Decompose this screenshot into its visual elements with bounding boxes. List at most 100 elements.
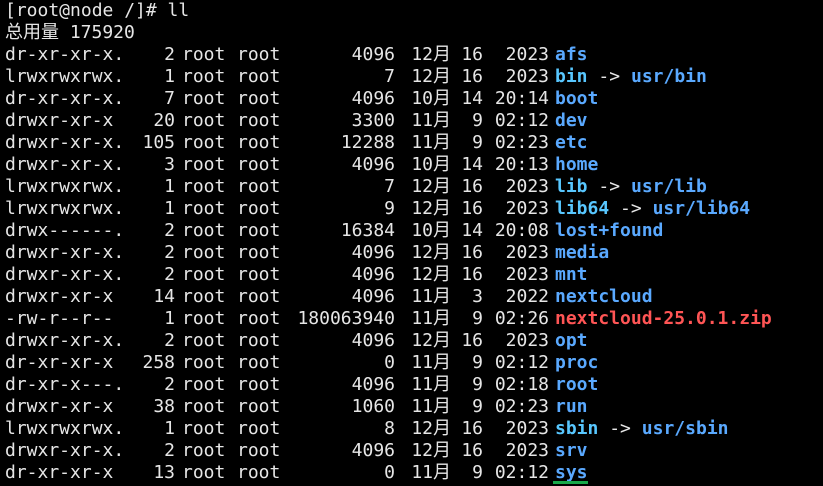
month-cell: 11月 — [411, 352, 451, 373]
group-cell: root — [237, 352, 281, 373]
group-cell: root — [237, 110, 281, 131]
entry-name[interactable]: afs — [555, 44, 588, 66]
group-cell: root — [237, 330, 281, 351]
group-cell: root — [237, 220, 281, 241]
group-cell: root — [237, 176, 281, 197]
entry-name[interactable]: sbin — [555, 418, 598, 440]
month-cell: 12月 — [411, 330, 451, 351]
owner-cell: root — [182, 352, 226, 373]
link-count-cell: 14 — [153, 286, 175, 307]
entry-name[interactable]: lib — [555, 176, 588, 198]
month-cell: 12月 — [411, 264, 451, 285]
size-cell: 0 — [384, 352, 395, 373]
day-cell: 9 — [472, 396, 483, 417]
time-or-year-cell: 2023 — [505, 44, 549, 65]
size-cell: 4096 — [351, 374, 395, 395]
entry-name[interactable]: nextcloud-25.0.1.zip — [555, 308, 772, 330]
link-target[interactable]: usr/lib64 — [653, 198, 751, 220]
size-cell: 4096 — [351, 154, 395, 175]
entry-name[interactable]: proc — [555, 352, 598, 374]
group-cell: root — [237, 44, 281, 65]
entry-name[interactable]: root — [555, 374, 598, 396]
link-arrow: -> — [598, 176, 621, 197]
permissions-cell: dr-xr-xr-x — [5, 462, 114, 483]
group-cell: root — [237, 308, 281, 329]
time-or-year-cell: 2022 — [505, 286, 549, 307]
owner-cell: root — [182, 330, 226, 351]
owner-cell: root — [182, 66, 226, 87]
day-cell: 3 — [472, 286, 483, 307]
link-count-cell: 2 — [164, 374, 175, 395]
size-cell: 4096 — [351, 330, 395, 351]
terminal-window[interactable]: [root@node /]# ll 总用量 175920 dr-xr-xr-x.… — [0, 0, 823, 486]
day-cell: 14 — [461, 154, 483, 175]
entry-name[interactable]: home — [555, 154, 598, 176]
link-count-cell: 38 — [153, 396, 175, 417]
permissions-cell: lrwxrwxrwx. — [5, 176, 125, 197]
entry-name[interactable]: boot — [555, 88, 598, 110]
month-cell: 10月 — [411, 220, 451, 241]
day-cell: 16 — [461, 330, 483, 351]
link-count-cell: 2 — [164, 242, 175, 263]
entry-name[interactable]: bin — [555, 66, 588, 88]
permissions-cell: drwxr-xr-x. — [5, 154, 125, 175]
time-or-year-cell: 2023 — [505, 176, 549, 197]
day-cell: 9 — [472, 352, 483, 373]
day-cell: 16 — [461, 198, 483, 219]
entry-name[interactable]: lib64 — [555, 198, 609, 220]
link-count-cell: 105 — [142, 132, 175, 153]
group-cell: root — [237, 88, 281, 109]
entry-name[interactable]: etc — [555, 132, 588, 154]
entry-name[interactable]: srv — [555, 440, 588, 462]
entry-name[interactable]: dev — [555, 110, 588, 132]
day-cell: 9 — [472, 374, 483, 395]
group-cell: root — [237, 374, 281, 395]
size-cell: 9 — [384, 198, 395, 219]
entry-name[interactable]: run — [555, 396, 588, 418]
month-cell: 11月 — [411, 374, 451, 395]
link-count-cell: 2 — [164, 44, 175, 65]
group-cell: root — [237, 286, 281, 307]
link-count-cell: 7 — [164, 88, 175, 109]
permissions-cell: drwxr-xr-x. — [5, 440, 125, 461]
group-cell: root — [237, 440, 281, 461]
size-cell: 180063940 — [297, 308, 395, 329]
permissions-cell: drwxr-xr-x. — [5, 132, 125, 153]
permissions-cell: drwxr-xr-x. — [5, 242, 125, 263]
link-count-cell: 20 — [153, 110, 175, 131]
owner-cell: root — [182, 132, 226, 153]
day-cell: 9 — [472, 110, 483, 131]
month-cell: 11月 — [411, 286, 451, 307]
entry-name[interactable]: lost+found — [555, 220, 663, 242]
month-cell: 10月 — [411, 154, 451, 175]
size-cell: 4096 — [351, 242, 395, 263]
owner-cell: root — [182, 44, 226, 65]
permissions-cell: dr-xr-xr-x — [5, 352, 114, 373]
permissions-cell: drwxr-xr-x — [5, 396, 114, 417]
link-arrow: -> — [620, 198, 642, 219]
month-cell: 11月 — [411, 396, 451, 417]
time-or-year-cell: 2023 — [505, 440, 549, 461]
link-target[interactable]: usr/lib — [631, 176, 707, 198]
link-target[interactable]: usr/bin — [631, 66, 707, 88]
time-or-year-cell: 2023 — [505, 66, 549, 87]
link-count-cell: 1 — [164, 176, 175, 197]
owner-cell: root — [182, 220, 226, 241]
time-or-year-cell: 02:18 — [494, 374, 549, 395]
time-or-year-cell: 02:23 — [494, 396, 549, 417]
owner-cell: root — [182, 308, 226, 329]
permissions-cell: drwxr-xr-x — [5, 110, 114, 131]
link-target[interactable]: usr/sbin — [642, 418, 729, 440]
permissions-cell: lrwxrwxrwx. — [5, 198, 125, 219]
month-cell: 12月 — [411, 418, 451, 439]
entry-name[interactable]: opt — [555, 330, 588, 352]
owner-cell: root — [182, 264, 226, 285]
day-cell: 14 — [461, 220, 483, 241]
owner-cell: root — [182, 418, 226, 439]
time-or-year-cell: 02:23 — [494, 132, 549, 153]
size-cell: 4096 — [351, 440, 395, 461]
entry-name[interactable]: nextcloud — [555, 286, 653, 308]
entry-name[interactable]: mnt — [555, 264, 588, 286]
month-cell: 12月 — [411, 66, 451, 87]
entry-name[interactable]: media — [555, 242, 609, 264]
